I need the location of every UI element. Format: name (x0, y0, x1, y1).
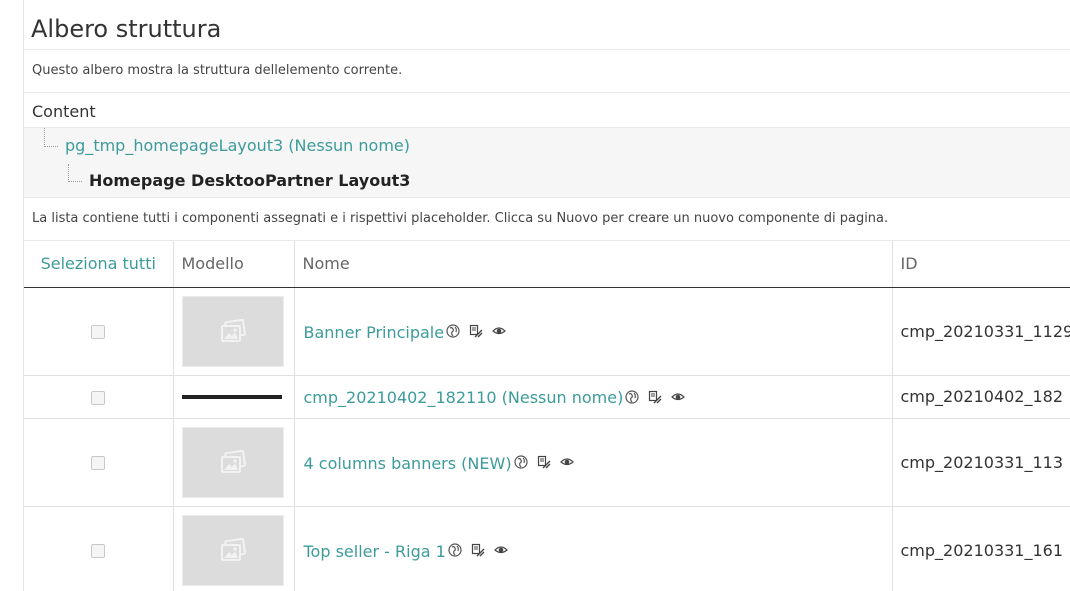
tree-connector (44, 146, 58, 147)
column-header-name: Nome (294, 241, 893, 288)
component-id: cmp_20210331_161 (892, 506, 1070, 591)
component-id: cmp_20210331_113 (892, 418, 1070, 507)
table-row: Top seller - Riga 1 cmp_20210331_161 (24, 506, 1070, 591)
tree-root-label: Content (24, 93, 1070, 128)
row-checkbox[interactable] (91, 390, 106, 405)
table-header-row: Seleziona tutti Modello Nome ID (24, 241, 1070, 288)
row-checkbox[interactable] (91, 544, 106, 558)
edit-component-icon[interactable] (469, 324, 483, 338)
edit-component-icon[interactable] (648, 390, 662, 404)
image-placeholder-icon (181, 426, 284, 498)
component-name-link[interactable]: Top seller - Riga 1 (304, 542, 446, 561)
component-id: cmp_20210402_182 (892, 375, 1070, 419)
row-checkbox[interactable] (91, 456, 106, 470)
edit-component-icon[interactable] (537, 455, 551, 469)
select-all-link[interactable]: Seleziona tutti (24, 241, 174, 288)
component-name-link[interactable]: 4 columns banners (NEW) (304, 454, 512, 473)
components-table: Seleziona tutti Modello Nome ID Banner P… (24, 241, 1070, 591)
tree-node-page-template[interactable]: pg_tmp_homepageLayout3 (Nessun nome) (65, 136, 410, 155)
globe-icon[interactable] (625, 389, 639, 404)
component-name-link[interactable]: Banner Principale (304, 323, 445, 342)
image-placeholder-icon (181, 295, 284, 367)
table-row: Banner Principale cmp_20210331_1129 (24, 287, 1070, 376)
page-title: Albero struttura (24, 0, 1070, 50)
tree-node-current: Homepage DesktooPartner Layout3 (89, 171, 411, 190)
column-header-model: Modello (173, 241, 295, 288)
strip-preview (181, 394, 282, 399)
image-placeholder-icon (181, 514, 284, 586)
eye-icon[interactable] (493, 543, 508, 557)
list-description: La lista contiene tutti i componenti ass… (24, 198, 1070, 241)
structure-tree: pg_tmp_homepageLayout3 (Nessun nome) Hom… (24, 128, 1070, 198)
table-row: 4 columns banners (NEW) cmp_20210331_113 (24, 418, 1070, 507)
eye-icon[interactable] (492, 324, 506, 338)
eye-icon[interactable] (559, 455, 574, 469)
component-name-link[interactable]: cmp_20210402_182110 (Nessun nome) (304, 388, 624, 407)
page-description: Questo albero mostra la struttura dellel… (24, 50, 1070, 93)
table-row: cmp_20210402_182110 (Nessun nome) cmp_20… (24, 375, 1070, 419)
column-header-id: ID (892, 241, 1070, 288)
eye-icon[interactable] (671, 390, 686, 404)
structure-panel: Albero struttura Questo albero mostra la… (24, 0, 1070, 591)
tree-connector (68, 181, 82, 182)
globe-icon[interactable] (448, 543, 462, 557)
tree-connector (68, 164, 69, 182)
row-checkbox[interactable] (91, 325, 106, 339)
globe-icon[interactable] (446, 324, 460, 338)
edit-component-icon[interactable] (471, 543, 485, 557)
tree-connector (44, 128, 45, 147)
component-id: cmp_20210331_1129 (892, 287, 1070, 376)
globe-icon[interactable] (513, 455, 528, 469)
